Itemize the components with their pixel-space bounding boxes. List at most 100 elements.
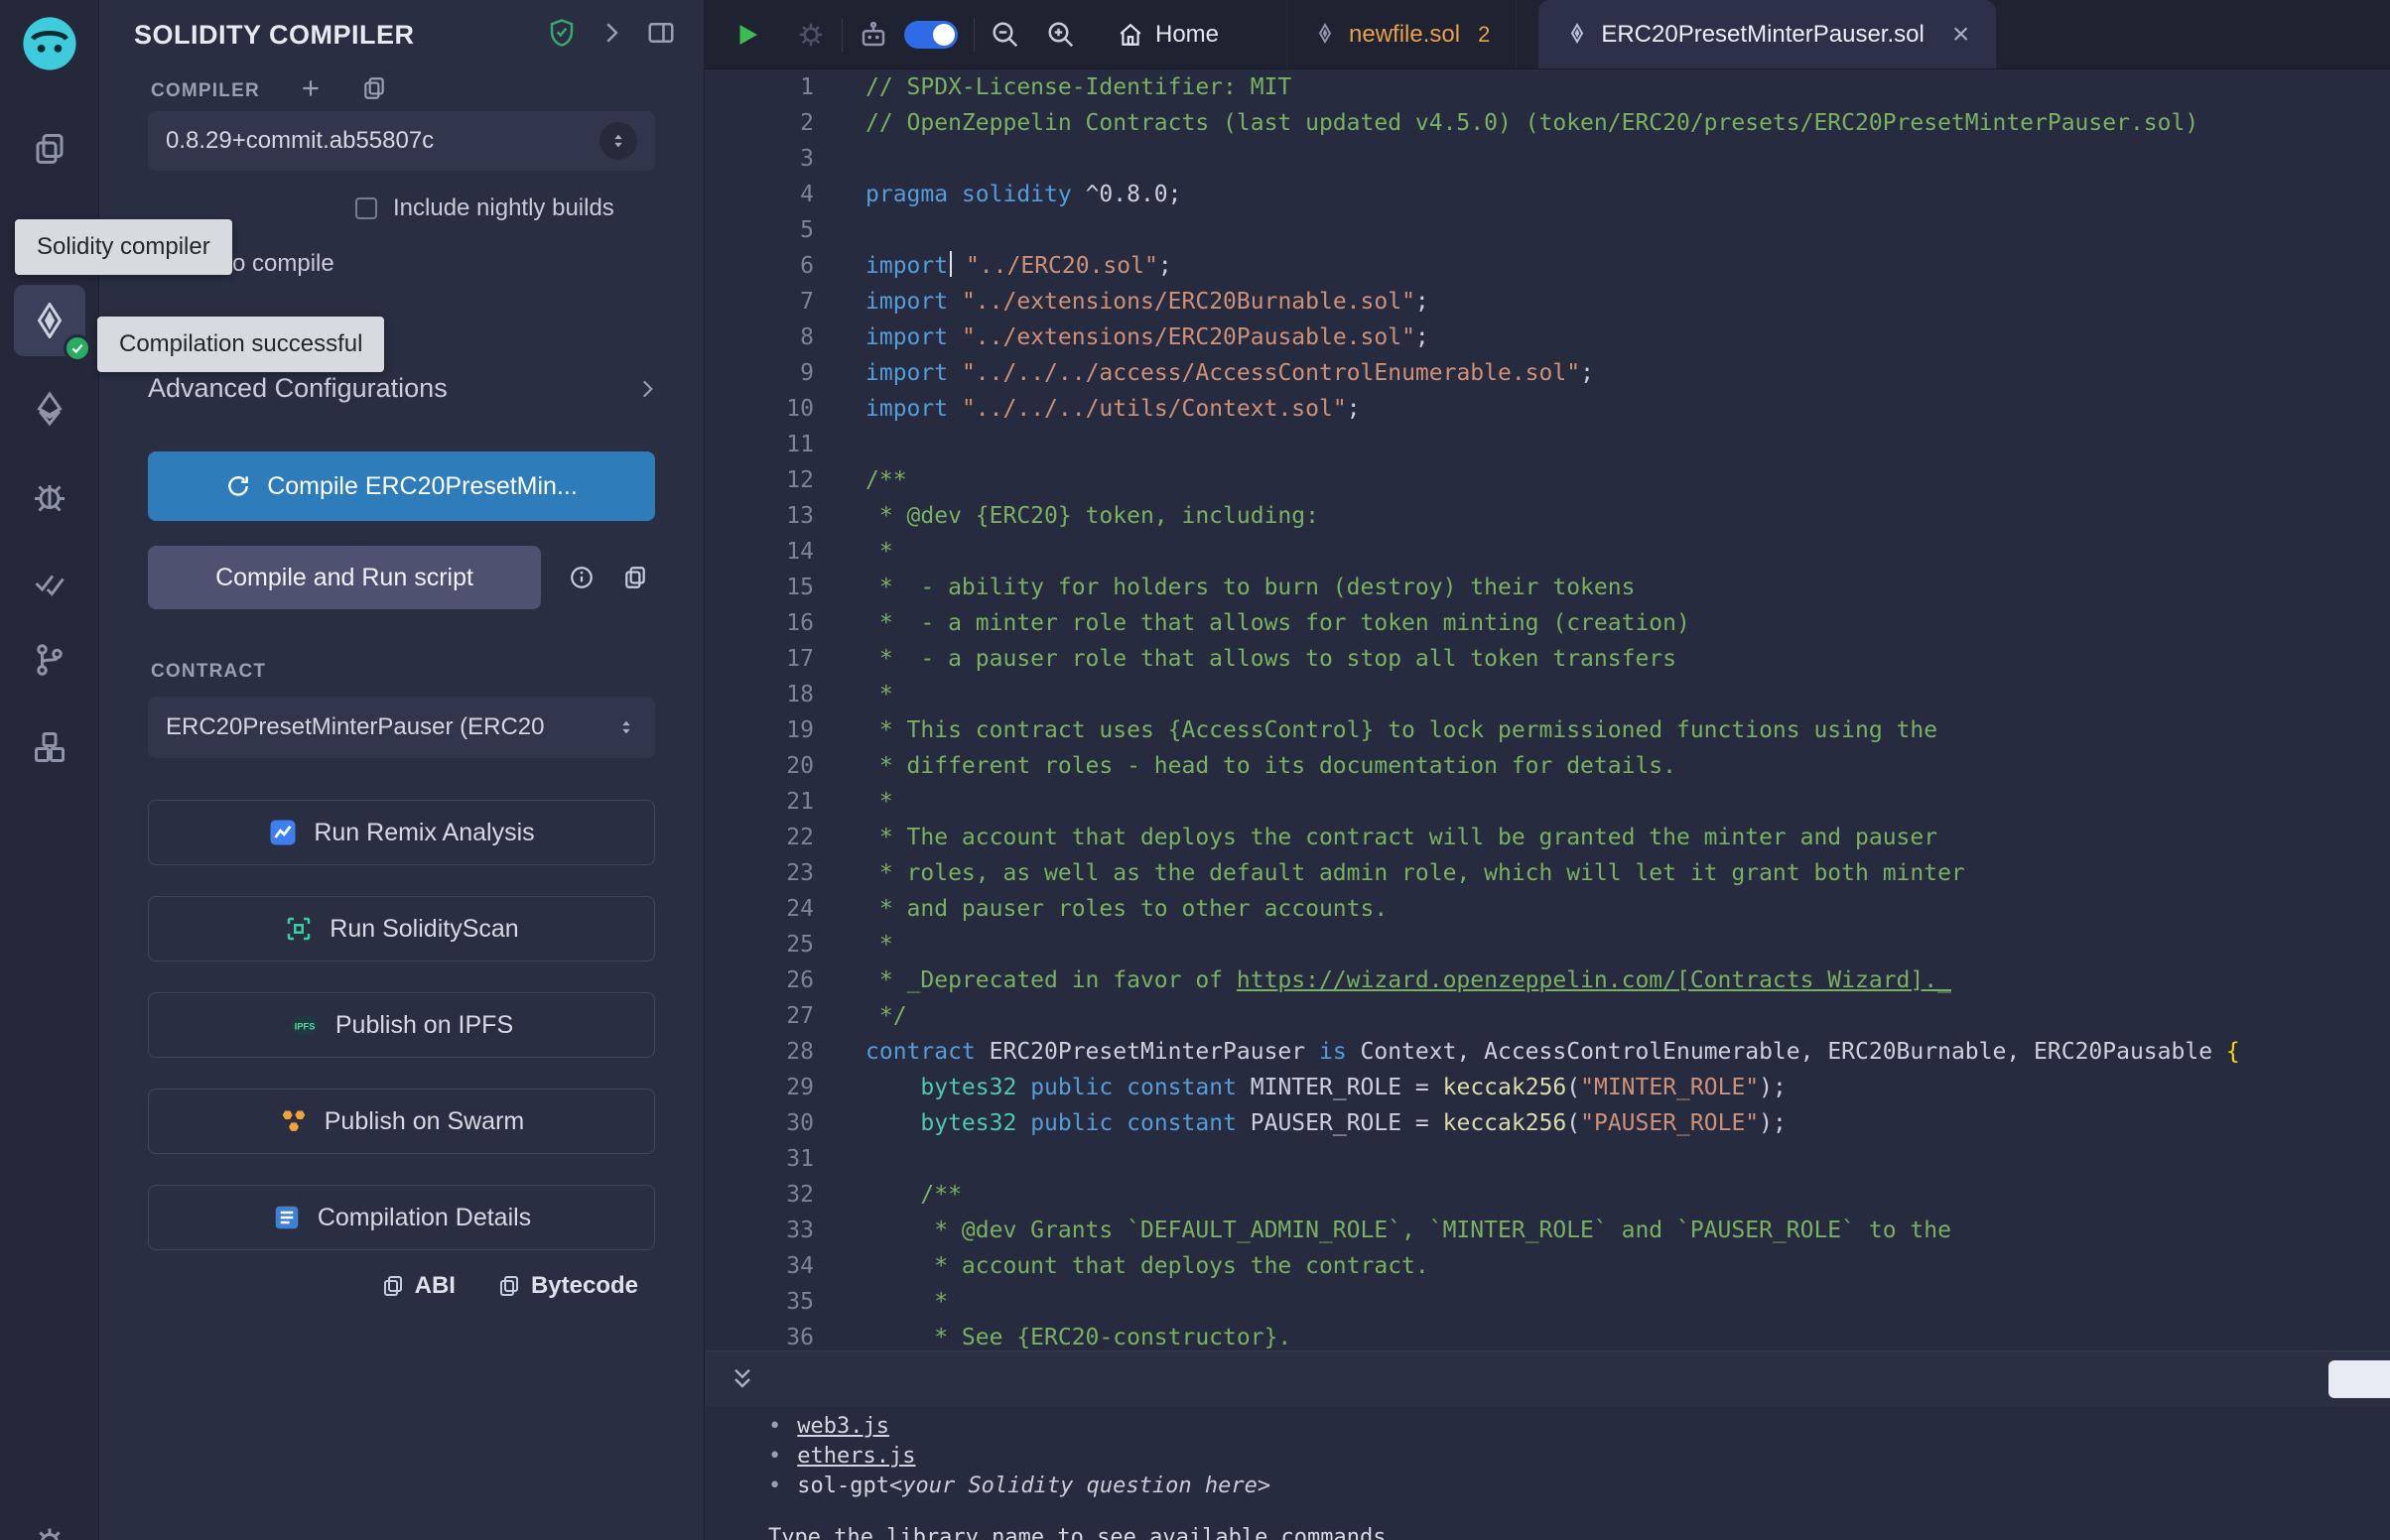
code-line: 35 * — [705, 1284, 2390, 1320]
tooltip-solidity-compiler: Solidity compiler — [15, 219, 232, 275]
scan-icon — [284, 914, 314, 944]
compile-button-label: Compile ERC20PresetMin... — [267, 472, 578, 501]
sidebar-item-debugger[interactable] — [0, 461, 99, 533]
terminal-search-input[interactable] — [2328, 1360, 2390, 1398]
split-view-icon[interactable] — [646, 18, 676, 53]
terminal-line: •ethers.js — [768, 1442, 2390, 1472]
copy-icon — [381, 1274, 405, 1298]
sidebar-item-git[interactable] — [0, 624, 99, 696]
close-icon[interactable]: × — [1952, 20, 1970, 50]
ai-toggle[interactable] — [904, 21, 958, 49]
publish-on-swarm-button[interactable]: Publish on Swarm — [148, 1089, 655, 1154]
script-config-icon[interactable] — [796, 20, 826, 50]
sidebar-item-settings[interactable] — [0, 1506, 99, 1540]
line-number: 35 — [705, 1284, 814, 1320]
code-line: 4pragma solidity ^0.8.0; — [705, 177, 2390, 212]
line-number: 31 — [705, 1141, 814, 1177]
line-number: 30 — [705, 1105, 814, 1141]
code-editor[interactable]: 1// SPDX-License-Identifier: MIT2// Open… — [705, 69, 2390, 1350]
sidebar-item-remix-logo[interactable] — [0, 8, 99, 79]
terminal-toolbar: 0 — [705, 1350, 2390, 1406]
run-solidityscan-button[interactable]: Run SolidityScan — [148, 896, 655, 962]
tab-label: ERC20PresetMinterPauser.sol — [1601, 21, 1924, 49]
line-number: 17 — [705, 641, 814, 677]
line-number: 11 — [705, 427, 814, 462]
line-number: 19 — [705, 712, 814, 748]
line-number: 10 — [705, 391, 814, 427]
code-line: 30 bytes32 public constant PAUSER_ROLE =… — [705, 1105, 2390, 1141]
code-line: 10import "../../../utils/Context.sol"; — [705, 391, 2390, 427]
sidebar-item-plugin-manager[interactable] — [0, 711, 99, 783]
code-line: 12/** — [705, 462, 2390, 498]
line-number: 14 — [705, 534, 814, 570]
advanced-configurations-toggle[interactable]: Advanced Configurations — [148, 373, 660, 404]
version-stepper-icon[interactable] — [599, 122, 637, 160]
copy-abi-button[interactable]: ABI — [381, 1272, 456, 1300]
action-label: Compilation Details — [318, 1204, 531, 1232]
code-line: 29 bytes32 public constant MINTER_ROLE =… — [705, 1070, 2390, 1105]
copy-script-icon[interactable] — [622, 565, 648, 590]
copy-bytecode-button[interactable]: Bytecode — [497, 1272, 638, 1300]
sidebar-item-unit-testing[interactable] — [0, 548, 99, 619]
bullet: • — [768, 1472, 781, 1501]
tab-newfile-sol[interactable]: newfile.sol 2 — [1286, 0, 1517, 68]
editor-area: Home newfile.sol 2 ERC20PresetMinterPauser… — [705, 0, 2390, 1540]
code-line: 22 * The account that deploys the contra… — [705, 820, 2390, 855]
tab-error-count: 2 — [1478, 22, 1490, 48]
line-number: 20 — [705, 748, 814, 784]
code-line: 6import "../ERC20.sol"; — [705, 248, 2390, 284]
tab-label: newfile.sol — [1349, 21, 1460, 49]
tab-home[interactable]: Home — [1090, 0, 1247, 68]
run-remix-analysis-button[interactable]: Run Remix Analysis — [148, 800, 655, 865]
chevron-right-icon[interactable] — [597, 18, 626, 53]
swarm-icon — [279, 1106, 309, 1136]
terminal-line: •web3.js — [768, 1412, 2390, 1442]
details-icon — [272, 1203, 302, 1232]
line-number: 22 — [705, 820, 814, 855]
sidebar-item-solidity-compiler[interactable] — [14, 285, 85, 356]
line-number: 8 — [705, 320, 814, 355]
home-icon — [1118, 22, 1143, 48]
line-number: 6 — [705, 248, 814, 284]
terminal-link-ethers-js[interactable]: ethers.js — [797, 1442, 915, 1472]
terminal-link-web3-js[interactable]: web3.js — [797, 1412, 889, 1442]
zoom-out-icon[interactable] — [991, 20, 1020, 50]
contract-select-value: ERC20PresetMinterPauser (ERC20 — [166, 713, 615, 741]
line-number: 2 — [705, 105, 814, 141]
compile-button[interactable]: Compile ERC20PresetMin... — [148, 451, 655, 521]
compilation-details-button[interactable]: Compilation Details — [148, 1185, 655, 1250]
terminal-collapse-icon[interactable] — [729, 1365, 756, 1393]
compiler-version-select[interactable]: 0.8.29+commit.ab55807c — [148, 111, 655, 171]
sidebar-item-file-explorer[interactable] — [0, 113, 99, 185]
tab-erc20presetminterpauser-sol[interactable]: ERC20PresetMinterPauser.sol × — [1538, 0, 1996, 68]
code-line: 1// SPDX-License-Identifier: MIT — [705, 69, 2390, 105]
compile-and-run-button[interactable]: Compile and Run script — [148, 546, 541, 609]
code-line: 8import "../extensions/ERC20Pausable.sol… — [705, 320, 2390, 355]
info-icon[interactable] — [569, 565, 595, 590]
terminal-output[interactable]: •web3.js•ethers.js•sol-gpt <your Solidit… — [705, 1406, 2390, 1540]
code-line: 25 * — [705, 927, 2390, 962]
play-icon[interactable] — [732, 20, 762, 50]
contract-select[interactable]: ERC20PresetMinterPauser (ERC20 — [148, 697, 655, 758]
code-line: 26 * _Deprecated in favor of https://wiz… — [705, 962, 2390, 998]
publish-on-ipfs-button[interactable]: IPFSPublish on IPFS — [148, 992, 655, 1058]
contract-stepper-icon[interactable] — [615, 716, 637, 738]
code-line: 19 * This contract uses {AccessControl} … — [705, 712, 2390, 748]
line-number: 5 — [705, 212, 814, 248]
code-line: 16 * - a minter role that allows for tok… — [705, 605, 2390, 641]
zoom-in-icon[interactable] — [1046, 20, 1076, 50]
abi-label: ABI — [415, 1272, 456, 1300]
code-line: 21 * — [705, 784, 2390, 820]
include-nightly-checkbox[interactable] — [355, 197, 377, 219]
add-compiler-icon[interactable] — [298, 75, 324, 106]
code-line: 36 * See {ERC20-constructor}. — [705, 1320, 2390, 1350]
line-number: 28 — [705, 1034, 814, 1070]
line-number: 3 — [705, 141, 814, 177]
sidebar-item-deploy-run[interactable] — [0, 373, 99, 445]
code-line: 9import "../../../access/AccessControlEn… — [705, 355, 2390, 391]
terminal: 0 •web3.js•ethers.js•sol-gpt <your Solid… — [705, 1350, 2390, 1540]
robot-icon[interactable] — [859, 20, 888, 50]
terminal-hint: <your Solidity question here> — [889, 1472, 1270, 1501]
compiler-version-value: 0.8.29+commit.ab55807c — [166, 127, 599, 155]
copy-config-icon[interactable] — [361, 75, 387, 106]
